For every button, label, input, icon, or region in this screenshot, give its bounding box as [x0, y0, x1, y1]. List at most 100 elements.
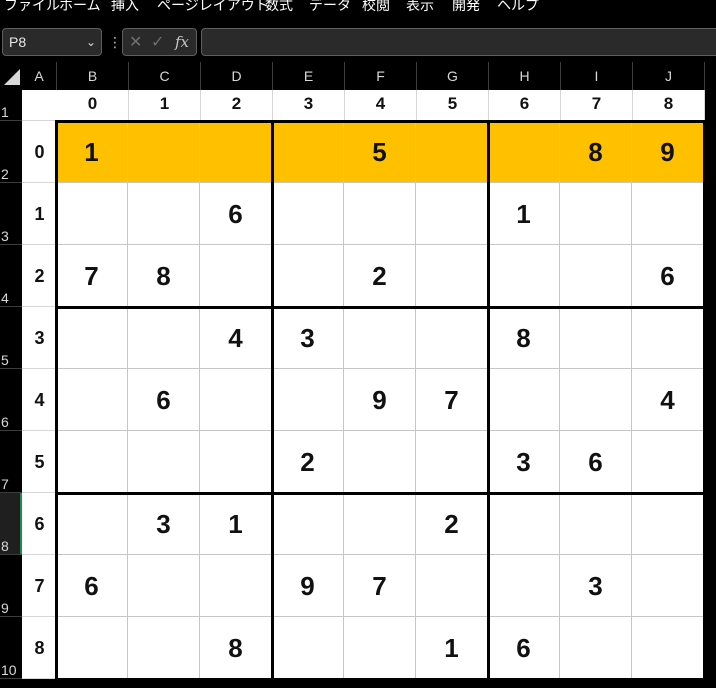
column-index-cell[interactable]: 0 [57, 90, 129, 121]
sudoku-cell[interactable]: 4 [632, 369, 704, 431]
column-index-cell[interactable]: 8 [633, 90, 705, 121]
column-header-h[interactable]: H [489, 62, 561, 90]
menu-item[interactable]: データ [309, 0, 351, 15]
sudoku-cell[interactable] [632, 307, 704, 369]
sudoku-cell[interactable]: 2 [272, 431, 344, 493]
sudoku-cell[interactable]: 6 [56, 555, 128, 617]
chevron-down-icon[interactable]: ⌄ [86, 29, 96, 55]
row-index-cell[interactable]: 3 [22, 307, 58, 369]
sudoku-cell[interactable] [416, 183, 488, 245]
sudoku-cell[interactable] [560, 245, 632, 307]
row-header-6[interactable]: 6 [0, 369, 22, 431]
sudoku-cell[interactable] [272, 369, 344, 431]
column-header-i[interactable]: I [561, 62, 633, 90]
menu-item[interactable]: ページレイアウト [157, 0, 269, 15]
row-header-8[interactable]: 8 [0, 493, 22, 555]
sudoku-cell[interactable]: 9 [632, 121, 704, 183]
sudoku-cell[interactable] [416, 245, 488, 307]
sudoku-cell[interactable] [344, 183, 416, 245]
sudoku-cell[interactable] [56, 183, 128, 245]
sudoku-cell[interactable]: 7 [416, 369, 488, 431]
sudoku-cell[interactable] [560, 493, 632, 555]
menu-item[interactable]: ヘルプ [497, 0, 539, 15]
sudoku-cell[interactable] [416, 121, 488, 183]
sudoku-cell[interactable] [272, 617, 344, 679]
sudoku-cell[interactable] [200, 369, 272, 431]
formula-input[interactable] [201, 28, 716, 56]
column-header-g[interactable]: G [417, 62, 489, 90]
sudoku-cell[interactable]: 7 [344, 555, 416, 617]
sudoku-cell[interactable]: 2 [344, 245, 416, 307]
row-header-10[interactable]: 10 [0, 617, 22, 679]
sudoku-cell[interactable] [416, 307, 488, 369]
sudoku-cell[interactable] [56, 369, 128, 431]
row-header-1[interactable]: 1 [0, 90, 22, 121]
column-index-cell[interactable]: 7 [561, 90, 633, 121]
sudoku-cell[interactable] [200, 121, 272, 183]
row-index-cell[interactable]: 0 [22, 121, 58, 183]
sudoku-cell[interactable] [272, 493, 344, 555]
menu-item[interactable]: 挿入 [111, 0, 139, 15]
select-all-button[interactable] [0, 62, 22, 90]
column-header-f[interactable]: F [345, 62, 417, 90]
sudoku-cell[interactable] [344, 493, 416, 555]
sudoku-cell[interactable] [56, 493, 128, 555]
row-header-4[interactable]: 4 [0, 245, 22, 307]
sudoku-cell[interactable] [344, 431, 416, 493]
sudoku-cell[interactable]: 9 [272, 555, 344, 617]
menu-item[interactable]: 表示 [406, 0, 434, 15]
worksheet-grid[interactable]: A B C D E F G H I J 1 2 0 3 1 4 2 5 3 6 4 7 5 8 6 9 7 10 8 0 1 2 3 4 5 6 7 8 1… [0, 62, 716, 688]
column-index-cell[interactable]: 6 [489, 90, 561, 121]
sudoku-cell[interactable]: 8 [560, 121, 632, 183]
row-index-cell[interactable]: 8 [22, 617, 58, 679]
sudoku-cell[interactable] [272, 183, 344, 245]
sudoku-cell[interactable] [632, 493, 704, 555]
cancel-icon[interactable]: ✕ [129, 32, 142, 52]
row-header-7[interactable]: 7 [0, 431, 22, 493]
sudoku-cell[interactable] [128, 617, 200, 679]
sudoku-cell[interactable] [56, 431, 128, 493]
sudoku-cell[interactable] [128, 307, 200, 369]
column-index-cell[interactable]: 5 [417, 90, 489, 121]
menu-item[interactable]: 数式 [265, 0, 293, 15]
sudoku-cell[interactable]: 3 [488, 431, 560, 493]
row-header-5[interactable]: 5 [0, 307, 22, 369]
sudoku-cell[interactable] [632, 183, 704, 245]
sudoku-cell[interactable]: 9 [344, 369, 416, 431]
sudoku-cell[interactable] [272, 245, 344, 307]
sudoku-cell[interactable]: 3 [128, 493, 200, 555]
menu-item[interactable]: ホーム [59, 0, 101, 15]
sudoku-cell[interactable]: 4 [200, 307, 272, 369]
row-index-cell[interactable] [22, 90, 58, 121]
sudoku-cell[interactable] [416, 555, 488, 617]
row-index-cell[interactable]: 4 [22, 369, 58, 431]
sudoku-cell[interactable] [560, 183, 632, 245]
sudoku-cell[interactable] [488, 369, 560, 431]
row-header-2[interactable]: 2 [0, 121, 22, 183]
row-index-cell[interactable]: 1 [22, 183, 58, 245]
sudoku-cell[interactable]: 3 [272, 307, 344, 369]
sudoku-cell[interactable] [200, 431, 272, 493]
insert-function-icon[interactable]: fx [175, 33, 189, 51]
sudoku-cell[interactable]: 6 [560, 431, 632, 493]
sudoku-cell[interactable]: 8 [128, 245, 200, 307]
row-index-cell[interactable]: 5 [22, 431, 58, 493]
row-index-cell[interactable]: 7 [22, 555, 58, 617]
column-header-e[interactable]: E [273, 62, 345, 90]
sudoku-cell[interactable] [560, 617, 632, 679]
row-header-9[interactable]: 9 [0, 555, 22, 617]
sudoku-cell[interactable] [344, 617, 416, 679]
sudoku-cell[interactable] [56, 617, 128, 679]
sudoku-cell[interactable] [488, 121, 560, 183]
column-index-cell[interactable]: 4 [345, 90, 417, 121]
sudoku-cell[interactable] [488, 493, 560, 555]
sudoku-cell[interactable]: 5 [344, 121, 416, 183]
sudoku-cell[interactable] [128, 121, 200, 183]
row-index-cell[interactable]: 2 [22, 245, 58, 307]
sudoku-cell[interactable]: 1 [200, 493, 272, 555]
sudoku-cell[interactable] [200, 245, 272, 307]
sudoku-cell[interactable] [128, 555, 200, 617]
sudoku-cell[interactable]: 6 [632, 245, 704, 307]
sudoku-cell[interactable]: 6 [200, 183, 272, 245]
sudoku-cell[interactable] [200, 555, 272, 617]
